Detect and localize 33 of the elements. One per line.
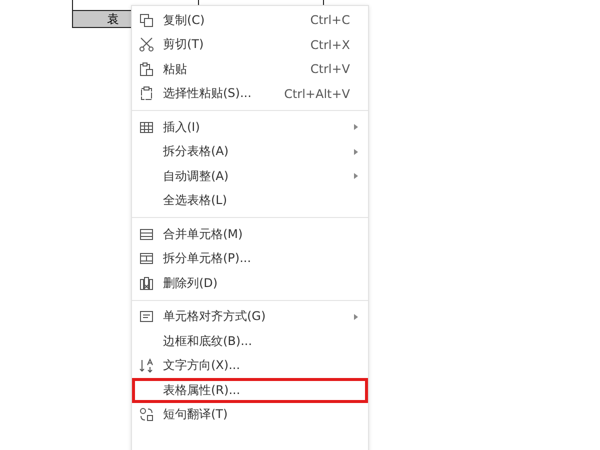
menu-item[interactable]: 表格属性(R)... [132,378,368,402]
menu-item[interactable]: 粘贴 Ctrl+V [132,57,368,82]
shortcut-text: Ctrl+X [310,38,350,52]
submenu-arrow-icon [354,148,358,155]
menu-item[interactable]: 短句翻译(T) [132,402,368,427]
split-cells-icon [139,251,154,266]
submenu-arrow-icon [354,124,358,130]
menu-item[interactable]: 删除列(D) [132,271,368,296]
menu-item[interactable]: 边框和底纹(B)... [132,329,368,354]
menu-item[interactable]: 拆分单元格(P)... [132,246,368,271]
shortcut-text: Ctrl+Alt+V [284,86,350,101]
menu-item[interactable]: 文字方向(X)... [132,354,368,378]
menu-item[interactable]: 全选表格(L) [132,188,368,213]
menu-item[interactable]: 合并单元格(M) [132,222,368,246]
menu-item[interactable]: 插入(I) [132,115,368,140]
table-icon [139,120,154,135]
menu-item[interactable]: 拆分表格(A) [132,140,368,164]
delete-column-icon [139,276,154,291]
text-direction-icon [139,358,154,374]
menu-item[interactable]: 单元格对齐方式(G) [132,304,368,329]
translate-icon [139,407,154,422]
copy-icon [139,12,154,28]
menu-item[interactable]: 自动调整(A) [132,164,368,188]
scissors-icon [139,37,154,52]
submenu-arrow-icon [354,314,358,320]
menu-item[interactable]: 选择性粘贴(S)... Ctrl+Alt+V [132,82,368,106]
merge-cells-icon [139,226,154,242]
clipboard-icon [139,62,154,77]
shortcut-text: Ctrl+V [310,62,350,76]
align-icon [139,309,154,324]
menu-item[interactable]: 剪切(T) Ctrl+X [132,32,368,57]
clipboard-icon [139,86,154,102]
submenu-arrow-icon [354,173,358,180]
